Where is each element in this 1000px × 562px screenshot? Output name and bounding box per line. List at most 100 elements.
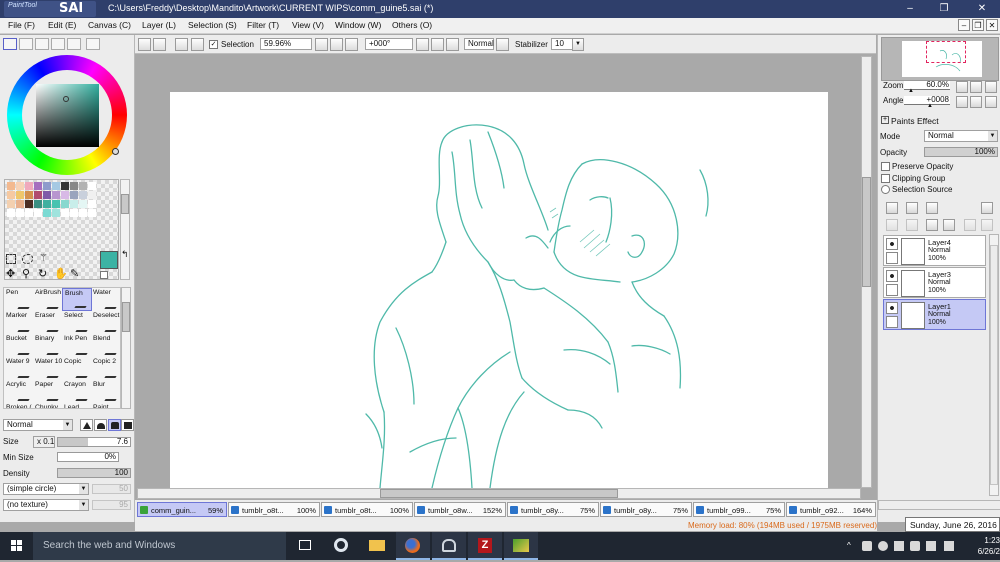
document-tab[interactable]: tumblr_o99... 75% bbox=[693, 502, 785, 517]
hue-marker[interactable] bbox=[112, 148, 119, 155]
tool-select[interactable]: Select bbox=[62, 311, 92, 334]
palette-swatch[interactable] bbox=[7, 200, 15, 208]
document-tab[interactable]: tumblr_o92... 164% bbox=[786, 502, 876, 517]
palette-swatch[interactable] bbox=[34, 182, 42, 190]
nav-rotate-right-icon[interactable] bbox=[970, 96, 982, 108]
palette-swatch[interactable] bbox=[70, 191, 78, 199]
tool-grid-scroll-thumb[interactable] bbox=[122, 302, 130, 332]
file-explorer-icon[interactable] bbox=[360, 532, 394, 560]
palette-swatch[interactable] bbox=[7, 191, 15, 199]
eyedropper-icon[interactable]: ✎ bbox=[70, 269, 81, 280]
layer-mask-icon[interactable] bbox=[981, 202, 993, 214]
image-viewer-icon[interactable] bbox=[504, 532, 538, 560]
menu-selection[interactable]: Selection (S) bbox=[188, 20, 237, 30]
brush-shape-dropdown-icon[interactable]: ▼ bbox=[79, 484, 88, 494]
selection-checkbox[interactable]: ✓ bbox=[209, 40, 218, 49]
palette-swatch[interactable] bbox=[16, 191, 24, 199]
nav-rotate-reset-icon[interactable] bbox=[985, 96, 997, 108]
tool-water-10[interactable]: Water 10 bbox=[33, 357, 63, 380]
merge-visible-icon[interactable] bbox=[964, 219, 976, 231]
palette-swatch[interactable] bbox=[16, 182, 24, 190]
tool-blend[interactable]: Blend bbox=[91, 334, 120, 357]
zoom-field[interactable]: 59.96% bbox=[260, 38, 312, 50]
document-tab[interactable]: tumblr_o8t... 100% bbox=[228, 502, 320, 517]
palette-swatch[interactable] bbox=[61, 200, 69, 208]
layer-list-scrollbar[interactable] bbox=[989, 234, 999, 496]
palette-swatch[interactable] bbox=[34, 200, 42, 208]
brush-texture-dropdown-icon[interactable]: ▼ bbox=[79, 500, 88, 510]
palette-swatch[interactable] bbox=[79, 191, 87, 199]
canvas-area[interactable] bbox=[137, 56, 860, 489]
palette-swatch[interactable] bbox=[43, 209, 51, 217]
palette-swatch[interactable] bbox=[7, 209, 15, 217]
brush-shape-slider[interactable]: 50 bbox=[92, 484, 131, 494]
palette-swatch[interactable] bbox=[70, 200, 78, 208]
palette-swatch[interactable] bbox=[52, 191, 60, 199]
rect-select-icon[interactable] bbox=[6, 254, 16, 264]
document-tab[interactable]: comm_guin... 59% bbox=[137, 502, 227, 517]
size-slider[interactable]: 7.6 bbox=[57, 437, 131, 447]
volume-icon[interactable] bbox=[926, 541, 936, 551]
flip-icon[interactable] bbox=[496, 38, 509, 51]
stabilizer-dropdown-icon[interactable]: ▼ bbox=[572, 38, 584, 51]
canvas-horizontal-scrollbar[interactable] bbox=[137, 488, 861, 499]
canvas-vscroll-thumb[interactable] bbox=[862, 177, 871, 287]
rotate-tool-icon[interactable]: ↻ bbox=[38, 269, 49, 280]
document-tab[interactable]: tumblr_o8t... 100% bbox=[321, 502, 413, 517]
menu-others[interactable]: Others (O) bbox=[392, 20, 432, 30]
rotate-reset-icon[interactable] bbox=[446, 38, 459, 51]
firefox-icon[interactable] bbox=[396, 532, 430, 560]
brush-shape-select[interactable]: (simple circle) bbox=[3, 483, 89, 495]
layer-visibility-eye-icon[interactable] bbox=[886, 302, 898, 314]
painttool-sai-icon[interactable] bbox=[432, 532, 466, 560]
palette-swatch[interactable] bbox=[43, 182, 51, 190]
tool-marker[interactable]: Marker bbox=[4, 311, 34, 334]
navigator-preview[interactable] bbox=[881, 37, 999, 81]
transfer-down-icon[interactable] bbox=[886, 219, 898, 231]
tool-airbrush[interactable]: AirBrush bbox=[33, 288, 63, 311]
canvas-vertical-scrollbar[interactable] bbox=[861, 56, 872, 488]
saturation-value-square[interactable] bbox=[36, 84, 99, 147]
new-folder-icon[interactable] bbox=[926, 202, 938, 214]
tool-chunky[interactable]: Chunky bbox=[33, 403, 63, 408]
taskbar-search-box[interactable]: Search the web and Windows bbox=[33, 532, 286, 560]
palette-swatch[interactable] bbox=[43, 200, 51, 208]
layer-item[interactable]: Layer1 Normal 100% bbox=[883, 299, 986, 330]
brush-texture-select[interactable]: (no texture) bbox=[3, 499, 89, 511]
layer-lock-icon[interactable] bbox=[886, 316, 898, 328]
tool-blur[interactable]: Blur bbox=[91, 380, 120, 403]
layer-lock-icon[interactable] bbox=[886, 252, 898, 264]
palette-swatch[interactable] bbox=[16, 209, 24, 217]
menu-file[interactable]: File (F) bbox=[8, 20, 35, 30]
layer-mode-select[interactable]: Normal bbox=[924, 130, 998, 142]
tool-copic-2[interactable]: Copic 2 bbox=[91, 357, 120, 380]
brush-edge-hard-icon[interactable] bbox=[80, 419, 93, 431]
zoom-tool-icon[interactable]: ⚲ bbox=[22, 269, 33, 280]
layer-mode-dropdown-icon[interactable]: ▼ bbox=[988, 131, 997, 141]
system-clock[interactable]: 1:23 6/26/2 bbox=[970, 535, 1000, 557]
menu-filter[interactable]: Filter (T) bbox=[247, 20, 279, 30]
tool-water-9[interactable]: Water 9 bbox=[4, 357, 34, 380]
tool-grid-scrollbar[interactable] bbox=[121, 287, 131, 409]
menu-view[interactable]: View (V) bbox=[292, 20, 324, 30]
palette-swatch[interactable] bbox=[61, 182, 69, 190]
canvas-paper[interactable] bbox=[170, 92, 828, 489]
layer-scroll-thumb[interactable] bbox=[990, 245, 998, 485]
swap-color-icon[interactable]: ↰ bbox=[121, 249, 129, 260]
zoom-reset-icon[interactable] bbox=[345, 38, 358, 51]
palette-scrollbar[interactable] bbox=[120, 179, 130, 280]
palette-swatch[interactable] bbox=[25, 209, 33, 217]
selection-source-checkbox[interactable] bbox=[881, 185, 890, 194]
palette-swatch[interactable] bbox=[25, 182, 33, 190]
palette-swatch[interactable] bbox=[70, 209, 78, 217]
nav-zoom-in-icon[interactable] bbox=[970, 81, 982, 93]
layer-lock-icon[interactable] bbox=[886, 284, 898, 296]
canvas-hscroll-thumb[interactable] bbox=[380, 489, 618, 498]
palette-swatch[interactable] bbox=[52, 200, 60, 208]
palette-swatch[interactable] bbox=[79, 182, 87, 190]
color-wheel-mode-icon[interactable] bbox=[3, 38, 17, 50]
density-slider[interactable]: 100 bbox=[57, 468, 131, 478]
settings-app-icon[interactable] bbox=[324, 532, 358, 560]
layer-item[interactable]: Layer4 Normal 100% bbox=[883, 235, 986, 266]
keyboard-icon[interactable] bbox=[944, 541, 954, 551]
